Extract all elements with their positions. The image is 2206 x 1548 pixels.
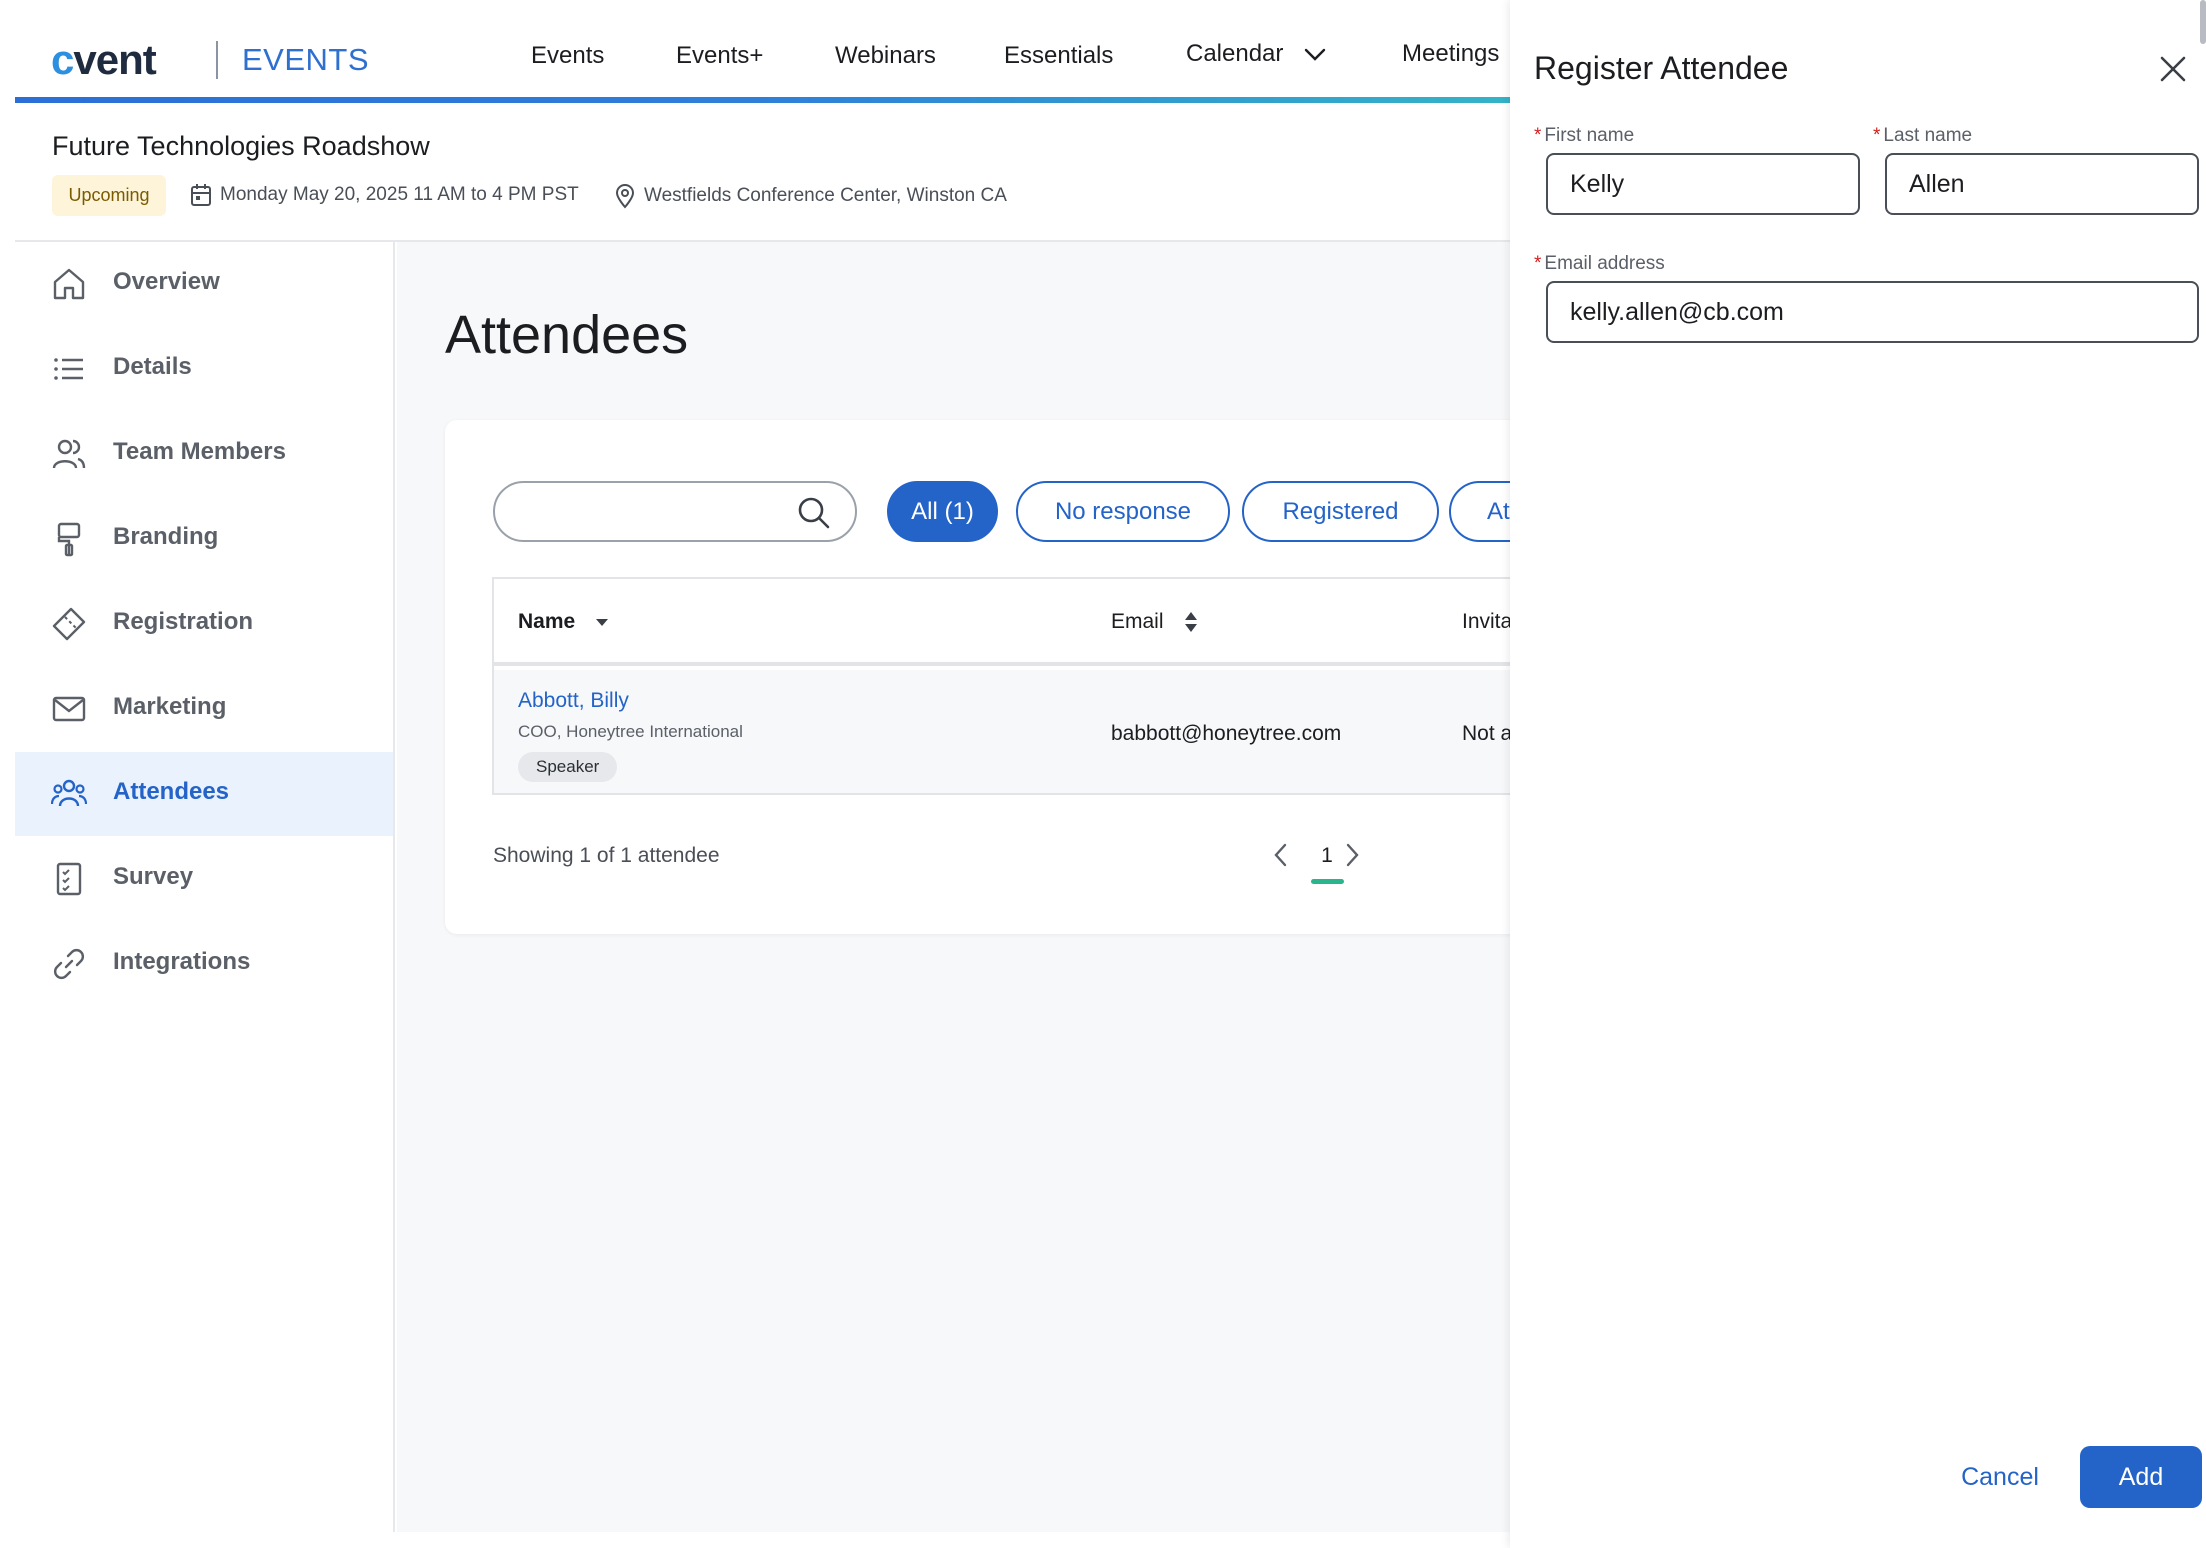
drawer-title: Register Attendee [1534,50,1789,86]
calendar-icon [191,184,211,206]
status-badge: Upcoming [52,175,166,216]
event-date: Monday May 20, 2025 11 AM to 4 PM PST [190,183,579,207]
scrollbar[interactable] [2200,0,2206,44]
list-icon [54,358,83,380]
register-attendee-drawer: Register Attendee *First name *Last name… [1510,0,2206,1548]
sidebar-item-label: Branding [113,523,219,550]
sidebar-item-integrations[interactable]: Integrations [15,922,393,1006]
event-title: Future Technologies Roadshow [52,131,430,161]
topnav-essentials[interactable]: Essentials [1004,42,1113,70]
top-header: cvent EVENTS Events Events+ Webinars Ess… [15,0,1510,103]
envelope-icon [52,696,86,722]
cancel-button[interactable]: Cancel [1928,1446,2072,1508]
sidebar-item-label: Details [113,353,192,380]
results-count: Showing 1 of 1 attendee [493,844,720,867]
cvent-logo[interactable]: cvent [51,36,157,84]
sidebar-item-label: Team Members [113,438,286,465]
topnav-events[interactable]: Events [531,42,604,70]
prev-page-button[interactable] [1268,840,1292,870]
sidebar-item-overview[interactable]: Overview [15,242,393,326]
sidebar-item-attendees[interactable]: Attendees [15,752,393,836]
filter-registered[interactable]: Registered [1242,481,1439,542]
chevron-down-icon [1304,48,1326,61]
main-content: Attendees All (1) No response Registered… [397,242,1545,1532]
current-page-indicator [1311,879,1344,884]
map-pin-icon [615,184,635,209]
filter-no-response[interactable]: No response [1016,481,1230,542]
link-icon [54,949,84,979]
page-title: Attendees [445,305,689,365]
attendee-invitation-status: Not a [1462,722,1513,745]
attendee-type-tag: Speaker [518,752,618,782]
search-input[interactable] [493,481,857,542]
sort-desc-icon [596,619,609,626]
email-label: * Email address [1534,253,1665,274]
topnav-calendar[interactable]: Calendar [1186,40,1326,68]
column-email[interactable]: Email [1111,610,1198,634]
topnav-meetings[interactable]: Meetings [1402,40,1499,68]
filter-all[interactable]: All (1) [887,481,998,542]
attendee-name-link[interactable]: Abbott, Billy [518,689,629,713]
column-invitation[interactable]: Invita [1462,610,1512,634]
chevron-right-icon [1346,843,1359,867]
team-icon [52,439,86,469]
sidebar-item-branding[interactable]: Branding [15,497,393,581]
attendee-title: COO, Honeytree International [518,722,743,741]
survey-icon [56,862,82,896]
paint-roller-icon [57,522,81,557]
sidebar-item-details[interactable]: Details [15,327,393,411]
sidebar-item-label: Survey [113,863,194,890]
attendees-icon [51,779,87,807]
chevron-left-icon [1274,843,1287,867]
sidebar-item-label: Attendees [113,778,230,805]
table-row: Abbott, Billy COO, Honeytree Internation… [494,670,1545,793]
ticket-icon [52,607,86,641]
last-name-field[interactable] [1885,153,2199,215]
first-name-label: * First name [1534,125,1635,146]
home-icon [53,268,85,300]
topnav-webinars[interactable]: Webinars [835,42,936,70]
column-name[interactable]: Name [518,610,609,634]
attendees-table: Name Email Invita Abbott, Billy COO, Hon… [492,577,1545,795]
last-name-label: * Last name [1873,125,1973,146]
logo-divider [216,41,218,79]
attendees-card: All (1) No response Registered Attended … [445,420,1545,934]
sidebar-item-registration[interactable]: Registration [15,582,393,666]
email-field[interactable] [1546,281,2199,343]
sort-icon [1184,612,1197,632]
sidebar-item-label: Integrations [113,948,251,975]
current-page[interactable]: 1 [1310,844,1344,868]
product-name: EVENTS [242,42,370,77]
add-button[interactable]: Add [2080,1446,2202,1508]
event-location: Westfields Conference Center, Winston CA [614,183,1007,209]
next-page-button[interactable] [1341,840,1365,870]
sidebar-item-label: Marketing [113,693,227,720]
close-icon[interactable] [2158,54,2188,84]
search-icon[interactable] [797,496,831,530]
first-name-field[interactable] [1546,153,1860,215]
sidebar-item-label: Overview [113,268,220,295]
sidebar-item-marketing[interactable]: Marketing [15,667,393,751]
sidebar-item-team-members[interactable]: Team Members [15,412,393,496]
sidebar-item-survey[interactable]: Survey [15,837,393,921]
header-accent-bar [15,97,1510,103]
sidebar: Overview Details Team Members Branding R… [15,242,395,1532]
topnav-events-plus[interactable]: Events+ [676,42,763,70]
sidebar-item-label: Registration [113,608,254,635]
attendee-email: babbott@honeytree.com [1111,722,1342,745]
table-header: Name Email Invita [494,579,1545,666]
